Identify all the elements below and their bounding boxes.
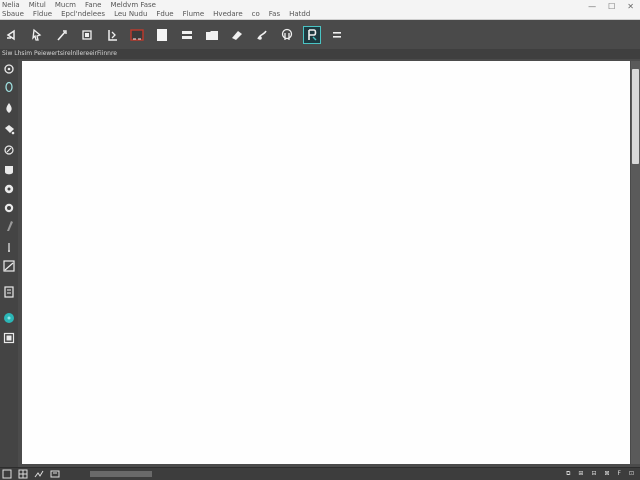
frame-icon[interactable] [50,469,60,479]
preset-active-icon[interactable] [303,25,321,44]
menu-item[interactable]: Fane [85,1,101,10]
minimize-button[interactable]: — [588,2,596,12]
menu-item[interactable]: Fas [269,10,280,19]
menu-item[interactable]: Mucm [55,1,76,10]
document-tab-strip: Siw Lhsim PeiewertsirelnllereeirFiinnre [0,49,640,59]
window-controls: — ☐ ✕ [588,2,634,12]
circle-tool-icon[interactable] [2,182,16,196]
menu-icon[interactable] [328,26,346,44]
menu-item[interactable]: Mitul [29,1,46,10]
layers-icon[interactable] [78,26,96,44]
drop-icon[interactable] [2,101,16,115]
vertical-scrollbar[interactable] [631,61,640,464]
status-toggle[interactable]: ⧉ [566,469,570,479]
scrollbar-thumb[interactable] [632,69,639,164]
crop-icon[interactable] [2,285,16,299]
tool-palette [0,59,18,467]
canvas-color-icon[interactable] [153,26,171,44]
blade-icon[interactable] [2,219,16,233]
menu-item[interactable]: Meldvm Fase [110,1,156,10]
menu-item[interactable]: Nelia [2,1,20,10]
zoom-slider[interactable] [90,471,152,477]
status-toggle[interactable]: ⊟ [591,469,596,479]
smudge-icon[interactable] [253,26,271,44]
status-toggle[interactable]: F [618,469,621,479]
eyedropper-icon[interactable] [2,143,16,157]
status-toggle[interactable]: ⊠ [604,469,609,479]
bucket-icon[interactable] [2,122,16,136]
rotate-icon[interactable] [2,62,16,76]
menu-item[interactable]: Flume [183,10,205,19]
image-icon[interactable] [2,331,16,345]
close-button[interactable]: ✕ [627,2,634,12]
new-document-icon[interactable] [2,469,12,479]
menu-row-primary: Nelia Mitul Mucm Fane Meldvm Fase [2,1,156,10]
menu-item[interactable]: Hvedare [213,10,242,19]
gradient-icon[interactable] [2,163,16,177]
needle-icon[interactable] [2,240,16,254]
status-toggle[interactable]: ⊡ [629,469,634,479]
status-bar: ⧉ ⊞ ⊟ ⊠ F ⊡ [0,467,640,480]
menu-item[interactable]: co [252,10,260,19]
maximize-button[interactable]: ☐ [608,2,615,12]
color-swatch-icon[interactable] [128,26,146,44]
stamp-icon[interactable] [278,26,296,44]
import-icon[interactable] [103,26,121,44]
menu-item[interactable]: Leu Nudu [114,10,147,19]
menu-item[interactable]: Epcl'ndelees [61,10,105,19]
menu-row-secondary: Sbaue Fldue Epcl'ndelees Leu Nudu Fdue F… [2,10,310,19]
color-wheel-icon[interactable] [2,311,16,325]
brush-icon[interactable] [53,26,71,44]
menu-item[interactable]: Fdue [156,10,173,19]
menu-item[interactable]: Fldue [33,10,52,19]
eraser-icon[interactable] [228,26,246,44]
grid-icon[interactable] [18,469,28,479]
main-toolbar [0,20,640,49]
folder-icon[interactable] [203,26,221,44]
menu-bar: Nelia Mitul Mucm Fane Meldvm Fase Sbaue … [0,0,640,20]
status-toggle[interactable]: ⊞ [578,469,583,479]
list-icon[interactable] [178,26,196,44]
lasso-icon[interactable] [2,80,16,94]
document-tab-label[interactable]: Siw Lhsim PeiewertsirelnllereeirFiinnre [2,49,117,59]
menu-item[interactable]: Sbaue [2,10,24,19]
pen-icon[interactable] [28,26,46,44]
undo-icon[interactable] [3,26,21,44]
ellipse-select-icon[interactable] [2,201,16,215]
transform-icon[interactable] [2,259,16,273]
menu-item[interactable]: Hatdd [289,10,310,19]
brush-size-icon[interactable] [34,469,44,479]
drawing-canvas[interactable] [22,61,630,464]
